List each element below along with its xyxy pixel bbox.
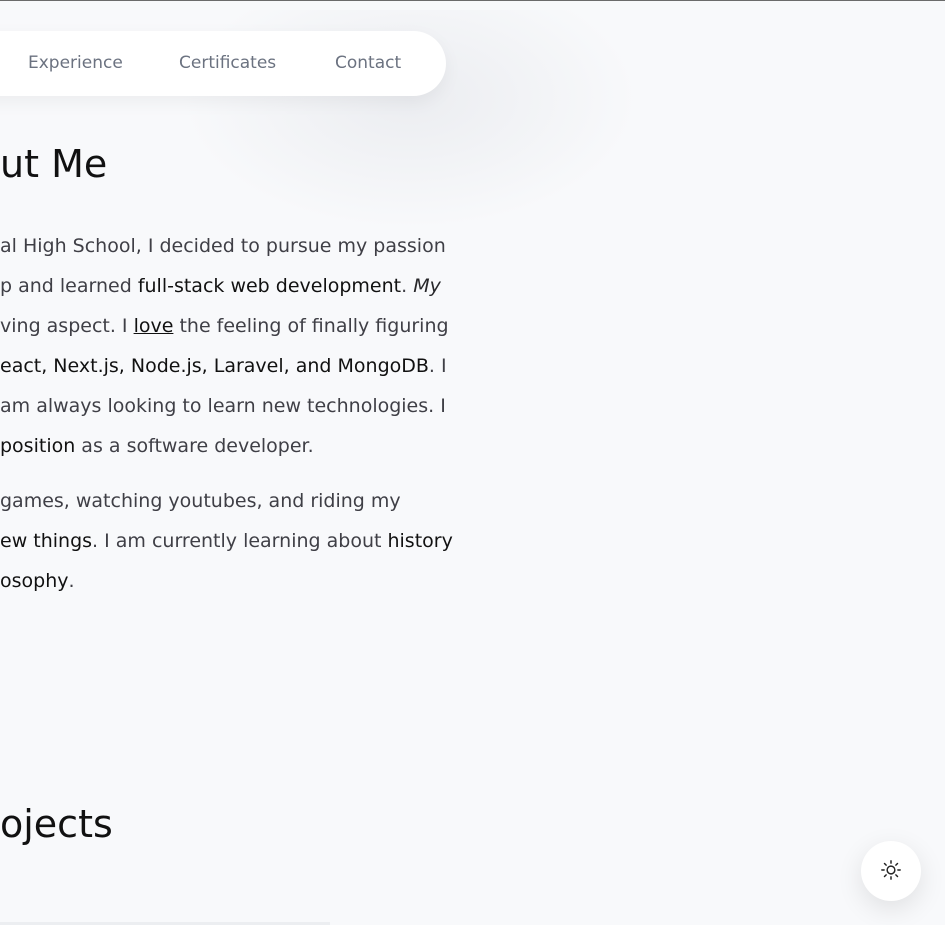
projects-heading: ojects <box>0 802 113 846</box>
about-heading: ut Me <box>0 142 108 186</box>
underlined-text: love <box>133 315 174 337</box>
text: games, watching youtubes, and riding my <box>0 490 401 512</box>
about-p1-line-5: am always looking to learn new technolog… <box>0 395 446 417</box>
bold-text: osophy <box>0 570 69 592</box>
text: . I <box>428 355 447 377</box>
bold-text: position <box>0 435 76 457</box>
about-p2-line-3: osophy. <box>0 570 75 592</box>
page: Experience Certificates Contact ut Me al… <box>0 0 945 925</box>
text: al High School, I decided to pursue my p… <box>0 235 446 257</box>
italic-text: My <box>413 275 441 297</box>
bold-text: eact, Next.js, Node.js, Laravel, and Mon… <box>0 355 429 377</box>
about-p2-line-2: ew things. I am currently learning about… <box>0 530 453 552</box>
bold-text: history <box>387 530 453 552</box>
bold-text: full-stack web development <box>137 275 402 297</box>
text: . I am currently learning about <box>92 530 388 552</box>
about-p1-line-2: p and learned full-stack web development… <box>0 275 441 297</box>
bold-text: ew things <box>0 530 93 552</box>
about-p1-line-3: ving aspect. I love the feeling of final… <box>0 315 449 337</box>
text: as a software developer. <box>75 435 314 457</box>
text: am always looking to learn new technolog… <box>0 395 446 417</box>
text: . <box>401 275 414 297</box>
about-p1-line-4: eact, Next.js, Node.js, Laravel, and Mon… <box>0 355 447 377</box>
text: . <box>68 570 75 592</box>
theme-toggle-button[interactable] <box>861 841 921 901</box>
about-p1-line-6: position as a software developer. <box>0 435 314 457</box>
nav-certificates[interactable]: Certificates <box>179 53 276 73</box>
text: p and learned <box>0 275 138 297</box>
window-top-border <box>0 0 945 1</box>
header-nav: Experience Certificates Contact <box>0 31 446 96</box>
nav-contact[interactable]: Contact <box>335 53 401 73</box>
nav-experience[interactable]: Experience <box>28 53 123 73</box>
text: the feeling of finally figuring <box>173 315 449 337</box>
about-p2-line-1: games, watching youtubes, and riding my <box>0 490 401 512</box>
about-p1-line-1: al High School, I decided to pursue my p… <box>0 235 446 257</box>
text: ving aspect. I <box>0 315 134 337</box>
sun-icon <box>880 859 902 884</box>
